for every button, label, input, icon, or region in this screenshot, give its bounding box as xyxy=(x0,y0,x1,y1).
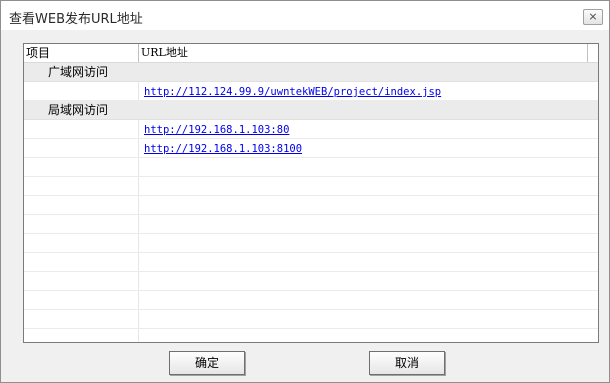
item-cell xyxy=(24,253,139,271)
item-cell: 局域网访问 xyxy=(24,101,139,119)
column-header-item[interactable]: 项目 xyxy=(24,44,139,62)
item-cell xyxy=(24,329,139,342)
item-cell xyxy=(24,196,139,214)
item-cell xyxy=(24,272,139,290)
url-cell: http://192.168.1.103:80 xyxy=(144,120,289,138)
url-list-view[interactable]: 项目 URL地址 广域网访问 http://112.124.99.9/uwntek… xyxy=(23,43,599,343)
item-cell xyxy=(24,82,139,100)
item-cell xyxy=(24,177,139,195)
table-row[interactable]: http://192.168.1.103:8100 xyxy=(24,139,598,158)
list-rows: 广域网访问 http://112.124.99.9/uwntekWEB/proje… xyxy=(24,63,598,342)
url-cell: http://112.124.99.9/uwntekWEB/project/in… xyxy=(144,82,441,100)
item-cell xyxy=(24,310,139,328)
url-cell: http://192.168.1.103:8100 xyxy=(144,139,302,157)
item-cell xyxy=(24,291,139,309)
empty-row[interactable] xyxy=(24,215,598,234)
dialog-window: 查看WEB发布URL地址 ⨯ 项目 URL地址 广域网访问 http://112.… xyxy=(0,0,610,383)
empty-row[interactable] xyxy=(24,291,598,310)
item-cell xyxy=(24,139,139,157)
empty-row[interactable] xyxy=(24,158,598,177)
url-link[interactable]: http://192.168.1.103:8100 xyxy=(144,143,302,155)
empty-row[interactable] xyxy=(24,196,598,215)
empty-row[interactable] xyxy=(24,329,598,342)
empty-row[interactable] xyxy=(24,272,598,291)
empty-row[interactable] xyxy=(24,177,598,196)
empty-row[interactable] xyxy=(24,310,598,329)
ok-button[interactable]: 确定 xyxy=(169,351,245,375)
group-row[interactable]: 广域网访问 xyxy=(24,63,598,82)
item-label: 广域网访问 xyxy=(48,65,109,79)
close-icon: ⨯ xyxy=(588,10,598,23)
table-row[interactable]: http://112.124.99.9/uwntekWEB/project/in… xyxy=(24,82,598,101)
group-row[interactable]: 局域网访问 xyxy=(24,101,598,120)
item-cell xyxy=(24,215,139,233)
column-header-url[interactable]: URL地址 xyxy=(139,44,588,62)
url-link[interactable]: http://112.124.99.9/uwntekWEB/project/in… xyxy=(144,86,441,98)
title-bar: 查看WEB发布URL地址 ⨯ xyxy=(1,1,609,30)
cancel-button[interactable]: 取消 xyxy=(369,351,445,375)
table-row[interactable]: http://192.168.1.103:80 xyxy=(24,120,598,139)
empty-row[interactable] xyxy=(24,253,598,272)
item-label: 局域网访问 xyxy=(48,103,109,117)
url-link[interactable]: http://192.168.1.103:80 xyxy=(144,124,289,136)
empty-row[interactable] xyxy=(24,234,598,253)
list-header: 项目 URL地址 xyxy=(24,44,598,63)
close-button[interactable]: ⨯ xyxy=(583,9,603,25)
item-cell: 广域网访问 xyxy=(24,63,139,81)
dialog-title: 查看WEB发布URL地址 xyxy=(9,12,143,27)
item-cell xyxy=(24,234,139,252)
item-cell xyxy=(24,158,139,176)
item-cell xyxy=(24,120,139,138)
